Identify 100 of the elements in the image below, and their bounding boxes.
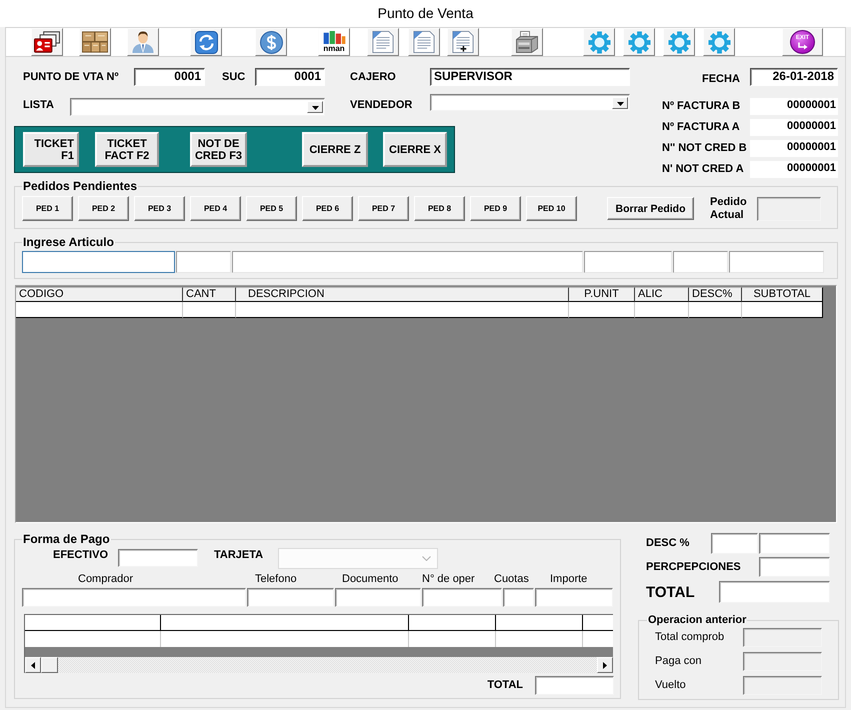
horizontal-scrollbar[interactable] bbox=[25, 657, 613, 673]
field-label: Telefono bbox=[255, 573, 297, 586]
group-title: Ingrese Articulo bbox=[22, 236, 115, 249]
gear-icon bbox=[628, 30, 650, 54]
scroll-left-button[interactable] bbox=[25, 657, 41, 673]
gear-icon bbox=[668, 30, 690, 54]
field-label: LISTA bbox=[23, 98, 55, 112]
input-field[interactable] bbox=[232, 251, 583, 273]
function-button[interactable]: CIERRE Z bbox=[302, 132, 368, 167]
total-field[interactable] bbox=[719, 581, 830, 603]
column-header: ALIC bbox=[635, 287, 689, 302]
input-field[interactable] bbox=[759, 533, 830, 554]
field-label: FECHA bbox=[701, 73, 741, 86]
arrow-icon bbox=[798, 42, 808, 50]
function-button[interactable]: NOT DE CRED F3 bbox=[190, 132, 247, 167]
field-label: TOTAL bbox=[487, 679, 523, 692]
field-label: Documento bbox=[342, 573, 398, 586]
table-cell bbox=[635, 302, 689, 318]
dollar-coin-icon bbox=[260, 30, 282, 54]
input-field[interactable] bbox=[584, 251, 672, 273]
order-button[interactable]: PED 7 bbox=[358, 196, 409, 221]
column-header: SUBTOTAL bbox=[742, 287, 823, 302]
input-field[interactable] bbox=[673, 251, 728, 273]
field-label: TOTAL bbox=[646, 584, 695, 600]
function-button[interactable]: CIERRE X bbox=[383, 132, 447, 167]
field-label: Importe bbox=[550, 573, 588, 586]
toolbar-button[interactable]: nman bbox=[318, 28, 350, 56]
order-button[interactable]: PED 1 bbox=[22, 196, 73, 221]
input-field[interactable] bbox=[535, 588, 613, 607]
text-field[interactable]: 0001 bbox=[134, 68, 205, 86]
left-arrow-icon bbox=[31, 662, 35, 668]
chevron-down-icon bbox=[422, 556, 431, 561]
field-label: Nº FACTURA A bbox=[662, 121, 741, 134]
field-label: Total comprob bbox=[655, 631, 724, 644]
field-label: N° de oper bbox=[422, 573, 475, 586]
input-field[interactable] bbox=[335, 588, 421, 607]
field-label: CAJERO bbox=[350, 70, 397, 84]
dropdown-button[interactable] bbox=[307, 101, 323, 113]
function-button[interactable]: TICKET FACT F2 bbox=[95, 132, 159, 167]
scrollbar-thumb[interactable] bbox=[41, 657, 58, 673]
order-button[interactable]: PED 2 bbox=[78, 196, 129, 221]
input-field[interactable] bbox=[176, 251, 231, 273]
toolbar-button[interactable] bbox=[190, 28, 222, 56]
dropdown-field[interactable] bbox=[430, 94, 630, 111]
scroll-right-button[interactable] bbox=[597, 657, 613, 673]
group-title: Forma de Pago bbox=[22, 533, 111, 546]
toolbar-button[interactable] bbox=[511, 28, 543, 56]
field-label: Paga con bbox=[655, 655, 702, 668]
input-field[interactable] bbox=[422, 588, 502, 607]
field-label: Nº FACTURA B bbox=[662, 100, 742, 113]
field-label: Pedido Actual bbox=[710, 196, 747, 222]
input-field[interactable] bbox=[22, 251, 175, 273]
input-field[interactable] bbox=[711, 533, 758, 554]
field-label: Comprador bbox=[78, 573, 134, 586]
printer-icon bbox=[514, 31, 540, 53]
field-label: Cuotas bbox=[494, 573, 529, 586]
counter-field: 00000001 bbox=[750, 161, 838, 178]
gear-icon bbox=[588, 30, 610, 54]
order-button[interactable]: PED 3 bbox=[134, 196, 185, 221]
field-label: N'' NOT CRED B bbox=[662, 142, 748, 155]
text-field[interactable]: SUPERVISOR bbox=[430, 68, 630, 86]
input-field[interactable] bbox=[22, 588, 246, 607]
order-button[interactable]: PED 10 bbox=[526, 196, 577, 221]
toolbar-button[interactable] bbox=[31, 28, 63, 56]
delete-order-button[interactable]: Borrar Pedido bbox=[607, 197, 694, 220]
boxes-icon bbox=[82, 31, 108, 53]
input-field[interactable] bbox=[247, 588, 334, 607]
counter-field: 00000001 bbox=[750, 98, 838, 115]
order-button[interactable]: PED 4 bbox=[190, 196, 241, 221]
dropdown-field[interactable] bbox=[70, 98, 325, 116]
input-field[interactable] bbox=[759, 557, 830, 577]
document-icon bbox=[370, 31, 396, 53]
order-button[interactable]: PED 9 bbox=[470, 196, 521, 221]
right-arrow-icon bbox=[603, 662, 607, 668]
order-button[interactable]: PED 5 bbox=[246, 196, 297, 221]
field-label: N' NOT CRED A bbox=[662, 163, 745, 176]
field-label: TARJETA bbox=[214, 548, 264, 562]
order-button[interactable]: PED 8 bbox=[414, 196, 465, 221]
order-button[interactable]: PED 6 bbox=[302, 196, 353, 221]
input-field[interactable] bbox=[503, 588, 534, 607]
gear-icon bbox=[708, 30, 730, 54]
counter-field: 00000001 bbox=[750, 119, 838, 136]
document-plus-icon bbox=[450, 31, 476, 53]
toolbar-button[interactable] bbox=[79, 28, 111, 56]
input-field[interactable] bbox=[118, 549, 198, 567]
toolbar-button[interactable] bbox=[255, 28, 287, 56]
dropdown-button[interactable] bbox=[612, 96, 628, 108]
text-field[interactable]: 0001 bbox=[255, 68, 325, 86]
total-field[interactable] bbox=[535, 676, 614, 695]
function-button[interactable]: TICKET F1 bbox=[23, 132, 79, 167]
id-card-icon bbox=[34, 31, 60, 53]
field-label: VENDEDOR bbox=[350, 98, 414, 112]
toolbar-button[interactable] bbox=[127, 28, 159, 56]
document-icon bbox=[411, 31, 437, 53]
field-label: DESC % bbox=[646, 537, 690, 550]
input-field[interactable] bbox=[729, 251, 824, 273]
bar-chart-icon bbox=[322, 31, 346, 44]
counter-field: 00000001 bbox=[750, 140, 838, 157]
date-field[interactable]: 26-01-2018 bbox=[750, 68, 838, 86]
column-header: P.UNIT bbox=[569, 287, 635, 302]
